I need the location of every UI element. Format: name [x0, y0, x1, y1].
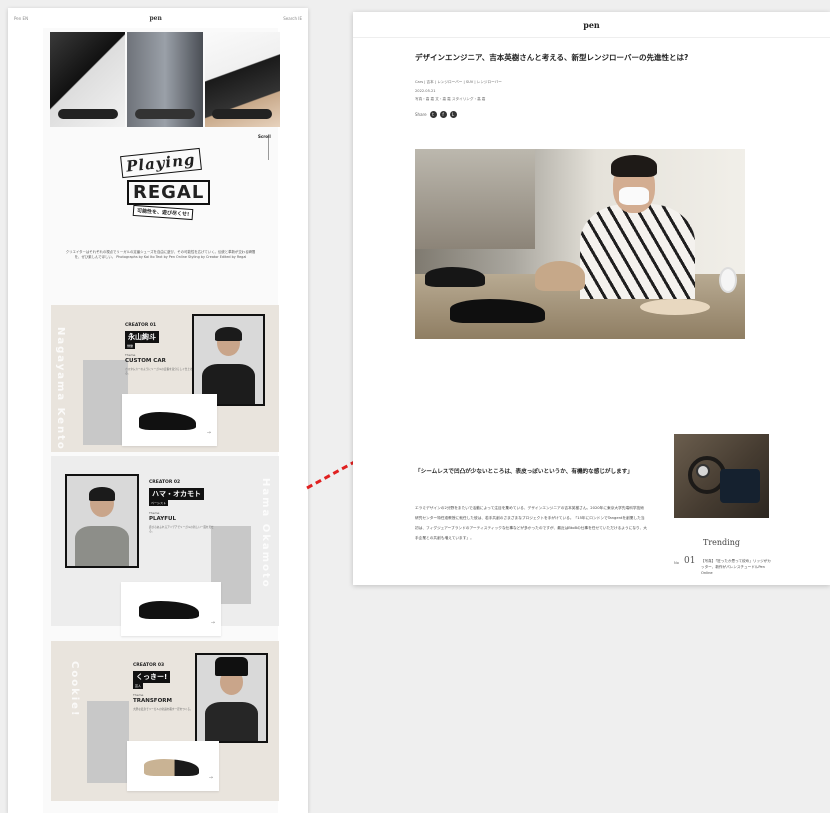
shoe-image: [143, 758, 199, 776]
logo-regal-text: REGAL: [127, 180, 211, 205]
shoe-image: [139, 600, 199, 620]
hero-shoe-image-1: [50, 32, 126, 127]
creator-description: 大胆な変身でリーガルの常識を覆す一足をつくる。: [133, 708, 193, 711]
twitter-icon[interactable]: t: [429, 111, 437, 118]
trending-rank-prefix: No: [674, 561, 679, 565]
creator-theme-label: Theme: [125, 353, 136, 357]
left-page-search[interactable]: Search IE: [283, 16, 302, 21]
shoe-image: [139, 412, 197, 430]
facebook-icon[interactable]: f: [439, 111, 447, 118]
article-credit: 写真・高 嘉 文・高 嘉 スタイリング・高 嘉: [415, 97, 486, 101]
creator-name: ハマ・オカモト: [149, 488, 204, 500]
trending-heading: Trending: [703, 538, 740, 547]
creator-shoe-card[interactable]: →: [127, 741, 219, 791]
creator-name: 永山絢斗: [125, 331, 159, 343]
creator-vertical-name: Hama Okamoto: [260, 478, 271, 589]
creator-card-03[interactable]: Cookie! CREATOR 03 くっきー! 芸人 Theme TRANSF…: [51, 641, 279, 801]
playing-regal-logo: Playing REGAL 可能性を、遊び尽くせ!: [113, 146, 213, 236]
creator-description: 遊び心あふれるアイデアでリーガルの新しい一面を見せる。: [149, 526, 214, 533]
creator-label: CREATOR 01: [125, 323, 157, 328]
hero-shoe-images: [50, 32, 280, 127]
creator-vertical-name: Nagayama Kento: [55, 327, 66, 451]
creator-portrait: [192, 314, 265, 406]
creator-tag: ベーシスト: [149, 500, 168, 506]
creator-theme: TRANSFORM: [133, 698, 172, 704]
arrow-icon: →: [210, 620, 215, 626]
article-date: 2022.05.21: [415, 89, 436, 93]
creator-theme: PLAYFUL: [149, 516, 176, 522]
creator-tag: 俳優: [125, 343, 136, 349]
line-icon[interactable]: L: [449, 111, 457, 118]
intro-text: クリエイターはそれぞれの視点でリーガルの定番シューズを自由に遊び、その可能性を広…: [65, 250, 256, 259]
trending-thumbnail[interactable]: [674, 434, 769, 518]
arrow-icon: →: [208, 775, 213, 781]
creator-card-02[interactable]: Hama Okamoto CREATOR 02 ハマ・オカモト ベーシスト Th…: [51, 456, 279, 636]
creator-name: くっきー!: [133, 671, 171, 683]
left-page-header: Pen EN pen Search IE: [8, 8, 308, 28]
article-body-text: エラミデザインの2分野をまたいで活動によって注目を集めている、デザインエンジニア…: [415, 506, 647, 540]
logo-subtitle: 可能性を、遊び尽くせ!: [132, 204, 194, 221]
creator-theme-label: Theme: [149, 511, 160, 515]
creator-tag: 芸人: [133, 683, 144, 689]
arrow-icon: →: [206, 430, 211, 436]
right-page-logo[interactable]: pen: [353, 20, 830, 30]
creator-theme-label: Theme: [133, 693, 144, 697]
left-page-language[interactable]: Pen EN: [14, 16, 28, 21]
article-tags[interactable]: Cars | 吉本 | レンジローバー | SUV | レンジローバー: [415, 80, 502, 85]
creator-shoe-card[interactable]: →: [121, 582, 221, 636]
gray-block: [87, 701, 129, 783]
creator-vertical-name: Cookie!: [69, 661, 80, 718]
left-page-logo[interactable]: pen: [149, 15, 161, 22]
creator-card-01[interactable]: Nagayama Kento CREATOR 01 永山絢斗 俳優 Theme …: [51, 305, 279, 452]
trending-rank-number: 01: [684, 556, 696, 566]
left-page-screenshot: Pen EN pen Search IE Scroll Playing REGA…: [8, 8, 308, 813]
logo-playing-text: Playing: [120, 147, 202, 179]
creator-description: カスタムカーのようにリーガルの定番を自分らしく仕上げる。: [125, 368, 193, 375]
share-label: Share: [415, 112, 427, 117]
scroll-line: [268, 138, 269, 160]
creator-theme: CUSTOM CAR: [125, 358, 166, 364]
creator-shoe-card[interactable]: →: [122, 394, 217, 446]
creator-portrait: [65, 474, 139, 568]
creator-label: CREATOR 02: [149, 480, 181, 485]
hero-shoe-image-2: [127, 32, 203, 127]
share-bar: Share t f L: [415, 111, 457, 118]
creator-label: CREATOR 03: [133, 663, 165, 668]
creator-portrait: [195, 653, 268, 743]
left-page-content: Scroll Playing REGAL 可能性を、遊び尽くせ! クリエイターは…: [43, 28, 280, 813]
trending-item-title[interactable]: 【写真】「狂ったか思って絞め」リッジがカッター、新作がパレンスチュードルPen …: [701, 558, 771, 576]
article-quote-heading: 「シームレスで凹凸が少ないところは、表皮っぽいというか、有機的な感じがします」: [415, 469, 633, 475]
article-main-photo: [415, 149, 745, 339]
header-divider: [353, 37, 830, 38]
article-title: デザインエンジニア、吉本英樹さんと考える、新型レンジローバーの先進性とは?: [415, 53, 689, 62]
right-page-screenshot: pen デザインエンジニア、吉本英樹さんと考える、新型レンジローバーの先進性とは…: [353, 12, 830, 585]
hero-shoe-image-3: [204, 32, 280, 127]
